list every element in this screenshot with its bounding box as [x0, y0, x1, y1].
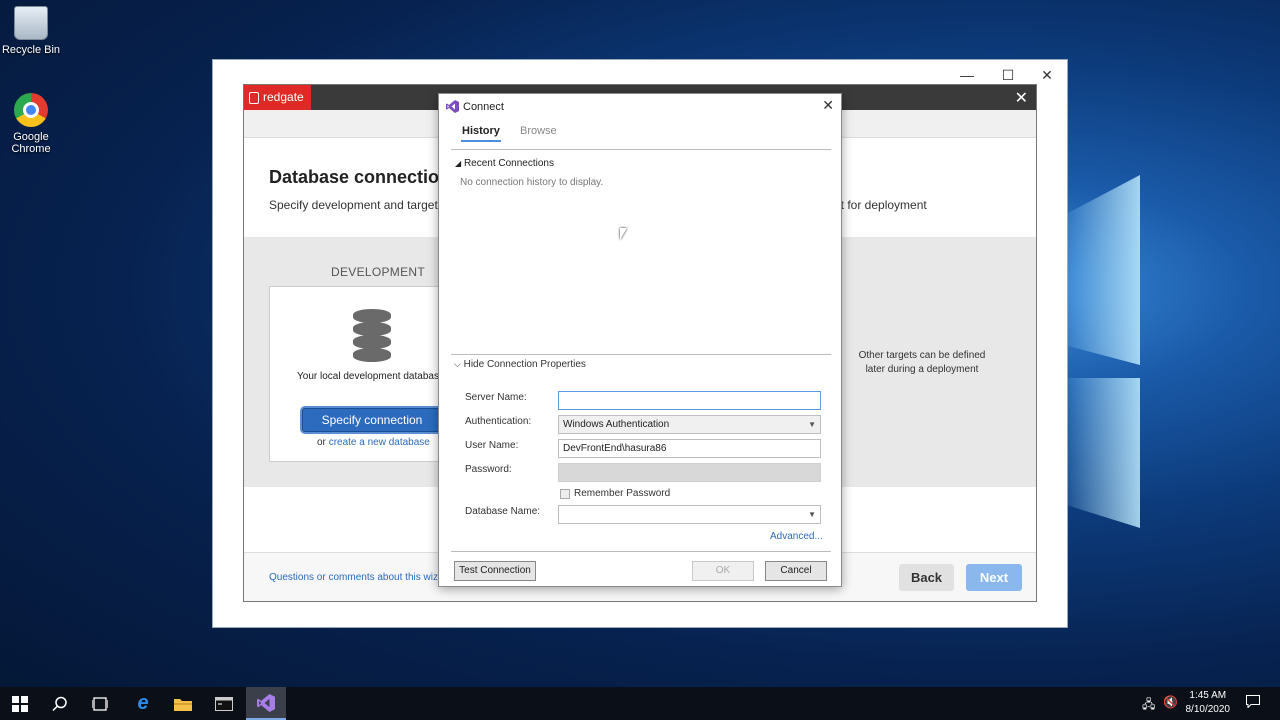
desktop-icon-label: Google Chrome — [11, 131, 51, 155]
task-view-button[interactable] — [80, 687, 120, 720]
password-input[interactable] — [558, 463, 821, 482]
divider — [451, 149, 831, 150]
clock-date: 8/10/2020 — [1185, 704, 1231, 715]
user-name-label: User Name: — [465, 440, 519, 451]
dialog-title: Connect — [463, 101, 504, 113]
create-db-line: or create a new database — [317, 437, 430, 448]
visual-studio-icon — [446, 100, 459, 113]
remember-password-checkbox[interactable] — [560, 489, 570, 499]
taskbar-internet-explorer[interactable]: e — [123, 687, 163, 720]
visual-studio-icon — [257, 693, 275, 712]
recent-connections-label: Recent Connections — [463, 158, 554, 169]
chevron-down-icon: ⌵ — [454, 359, 461, 369]
next-button[interactable]: Next — [966, 564, 1022, 591]
chevron-down-icon: ▼ — [808, 420, 816, 429]
search-button[interactable] — [40, 687, 80, 720]
redgate-mark-icon — [249, 91, 259, 104]
divider — [451, 354, 831, 355]
page-subtitle-continued: ect for deployment — [828, 198, 927, 212]
wallpaper-beam — [1068, 175, 1140, 365]
hide-connection-properties-toggle[interactable]: ⌵ Hide Connection Properties — [454, 359, 586, 370]
other-targets-text: Other targets can be defined later durin… — [858, 350, 986, 375]
user-name-input[interactable]: DevFrontEnd\hasura86 — [558, 439, 821, 458]
authentication-value: Windows Authentication — [563, 419, 670, 430]
server-name-input[interactable] — [558, 391, 821, 410]
database-name-select[interactable]: ▼ — [558, 505, 821, 524]
recent-connections-header[interactable]: ◢ Recent Connections — [455, 158, 554, 169]
app-close-button[interactable]: ✕ — [1015, 88, 1028, 108]
specify-connection-button[interactable]: Specify connection — [302, 408, 442, 432]
questions-link[interactable]: Questions or comments about this wiz — [269, 572, 438, 583]
ok-button[interactable]: OK — [692, 561, 754, 581]
network-icon[interactable]: 🖧 — [1142, 695, 1155, 716]
windows-logo-icon — [12, 695, 28, 712]
console-icon — [215, 696, 233, 711]
redgate-logo: redgate — [244, 85, 311, 110]
tab-browse[interactable]: Browse — [520, 125, 557, 137]
wallpaper-beam — [1068, 378, 1140, 528]
local-db-text: Your local development databas — [297, 371, 439, 382]
collapse-triangle-icon: ◢ — [455, 159, 462, 168]
desktop-icon-recycle-bin[interactable]: Recycle Bin — [0, 6, 66, 56]
taskbar-terminal[interactable] — [204, 687, 244, 720]
connect-dialog: Connect ✕ History Browse ◢ Recent Connec… — [438, 93, 842, 587]
dialog-close-button[interactable]: ✕ — [822, 97, 834, 114]
or-text: or — [317, 437, 326, 448]
password-label: Password: — [465, 464, 512, 475]
task-view-icon — [92, 696, 108, 711]
authentication-label: Authentication: — [465, 416, 532, 427]
chrome-icon — [14, 93, 48, 127]
logo-text: redgate — [263, 90, 304, 104]
back-button[interactable]: Back — [899, 564, 954, 591]
page-subtitle: Specify development and target c — [269, 198, 448, 212]
start-button[interactable] — [0, 687, 40, 720]
clock-time: 1:45 AM — [1189, 690, 1227, 701]
taskbar: e 🖧 🔇 1:45 AM 8/10/2020 — [0, 687, 1280, 720]
internet-explorer-icon: e — [137, 692, 149, 714]
chevron-down-icon: ▼ — [808, 510, 816, 519]
server-name-label: Server Name: — [465, 392, 527, 403]
authentication-select[interactable]: Windows Authentication ▼ — [558, 415, 821, 434]
clock[interactable]: 1:45 AM 8/10/2020 — [1186, 689, 1231, 717]
search-icon — [52, 696, 67, 711]
remember-password-label: Remember Password — [574, 488, 671, 499]
divider — [451, 551, 831, 552]
database-icon — [353, 309, 391, 362]
volume-muted-icon[interactable]: 🔇 — [1163, 695, 1178, 709]
page-title: Database connection — [269, 167, 451, 187]
tab-history[interactable]: History — [462, 125, 500, 137]
desktop-icon-google-chrome[interactable]: Google Chrome — [0, 93, 66, 155]
advanced-link[interactable]: Advanced... — [770, 531, 823, 542]
active-tab-indicator — [461, 140, 501, 142]
maximize-button[interactable]: ☐ — [996, 66, 1020, 84]
cancel-button[interactable]: Cancel — [765, 561, 827, 581]
create-database-link[interactable]: create a new database — [329, 437, 430, 448]
taskbar-file-explorer[interactable] — [163, 687, 203, 720]
notification-center-icon[interactable] — [1246, 695, 1260, 711]
recycle-bin-icon — [14, 6, 48, 40]
database-name-label: Database Name: — [465, 506, 541, 517]
folder-icon — [174, 698, 192, 711]
hide-props-label: Hide Connection Properties — [463, 359, 586, 370]
close-button[interactable]: ✕ — [1035, 66, 1059, 84]
no-history-text: No connection history to display. — [460, 177, 604, 188]
taskbar-visual-studio[interactable] — [246, 687, 286, 720]
development-label: DEVELOPMENT — [331, 265, 425, 279]
test-connection-button[interactable]: Test Connection — [454, 561, 536, 581]
desktop-icon-label: Recycle Bin — [1, 44, 61, 56]
minimize-button[interactable]: — — [955, 66, 979, 84]
mouse-cursor-icon — [620, 228, 627, 240]
